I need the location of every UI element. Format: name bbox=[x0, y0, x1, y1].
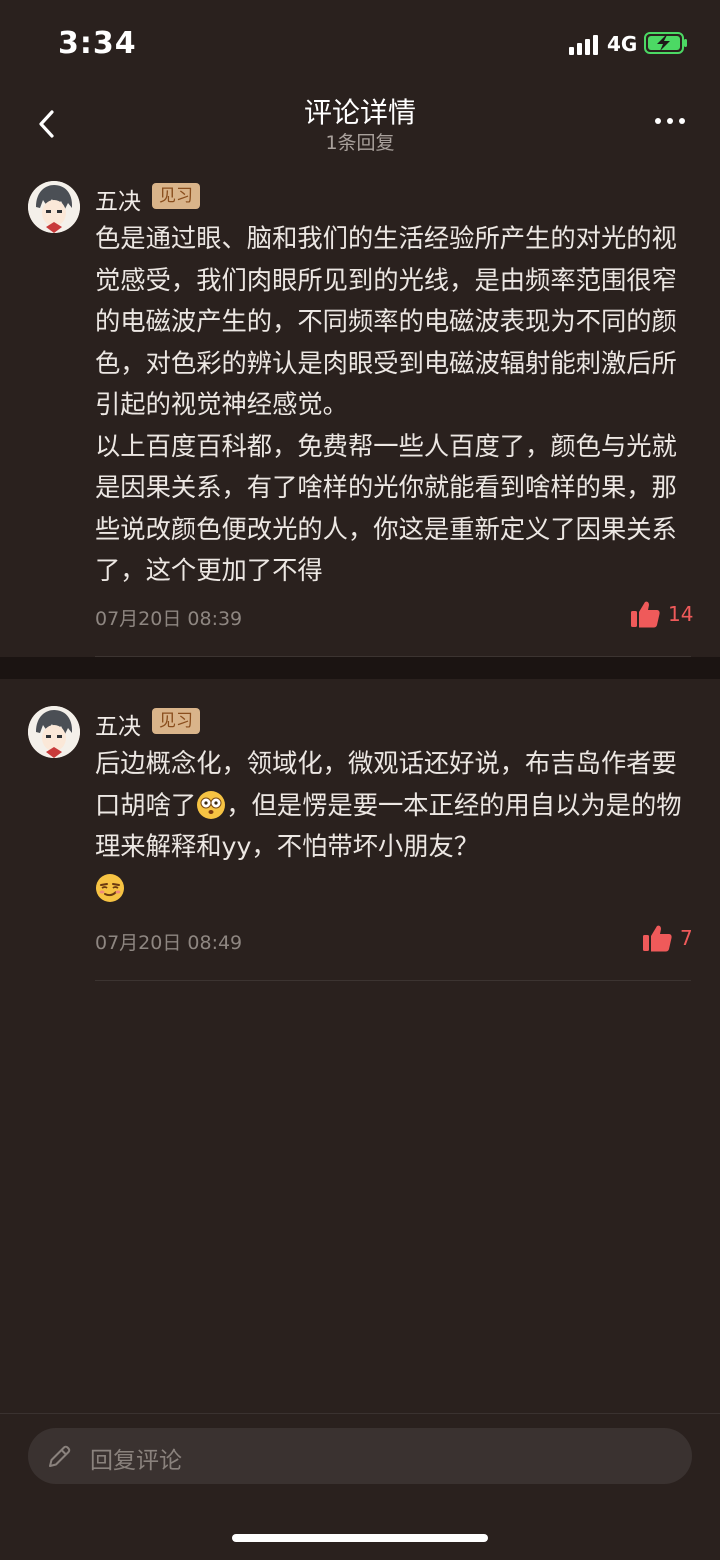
avatar[interactable] bbox=[28, 706, 80, 758]
divider bbox=[95, 980, 691, 981]
reply-count: 1条回复 bbox=[325, 132, 395, 154]
thumbs-up-icon bbox=[631, 601, 660, 628]
smirk-face-emoji bbox=[96, 873, 124, 902]
avatar[interactable] bbox=[28, 181, 80, 233]
avatar-image bbox=[28, 706, 80, 758]
username[interactable]: 五决 bbox=[95, 707, 141, 741]
signal-icon bbox=[569, 33, 599, 55]
home-indicator[interactable] bbox=[232, 1534, 488, 1542]
like-count: 7 bbox=[680, 926, 693, 950]
level-badge: 见习 bbox=[152, 183, 200, 209]
like-button[interactable]: 7 bbox=[642, 924, 693, 954]
pencil-icon bbox=[49, 1445, 71, 1467]
shocked-face-emoji bbox=[197, 790, 226, 819]
status-bar: 3:34 4G bbox=[0, 0, 720, 88]
level-badge: 见习 bbox=[152, 708, 200, 734]
reply-input[interactable]: 回复评论 bbox=[28, 1428, 692, 1484]
username[interactable]: 五决 bbox=[95, 182, 141, 216]
more-dots-icon bbox=[655, 118, 661, 124]
comment-text: 色是通过眼、脑和我们的生活经验所产生的对光的视觉感受，我们肉眼所见到的光线，是由… bbox=[95, 224, 677, 585]
nav-bar: 评论详情 1条回复 bbox=[0, 88, 720, 154]
network-label: 4G bbox=[607, 32, 638, 56]
reply-placeholder: 回复评论 bbox=[90, 1448, 182, 1474]
thumbs-up-icon bbox=[643, 925, 672, 952]
section-separator bbox=[0, 657, 720, 679]
like-count: 14 bbox=[668, 602, 694, 626]
page-title: 评论详情 bbox=[303, 96, 416, 129]
more-button[interactable] bbox=[650, 114, 690, 130]
comment-timestamp: 07月20日 08:49 bbox=[95, 932, 243, 954]
status-time: 3:34 bbox=[58, 26, 137, 61]
battery-icon bbox=[644, 32, 687, 54]
comment-timestamp: 07月20日 08:39 bbox=[95, 608, 243, 630]
like-button[interactable]: 14 bbox=[630, 600, 694, 630]
avatar-image bbox=[28, 181, 80, 233]
comment-text: 后边概念化，领域化，微观话还好说，布吉岛作者要口胡啥了 ，但是愣是要一本正经的用自… bbox=[95, 743, 691, 909]
